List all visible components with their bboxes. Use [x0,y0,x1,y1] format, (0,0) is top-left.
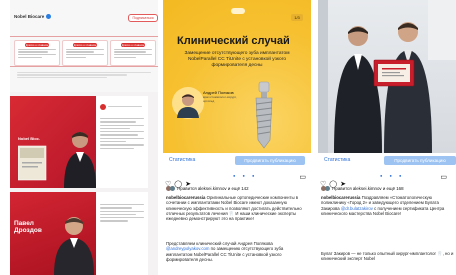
caption-text: Булат Закиров — не только опытный хирург… [321,251,454,262]
avatar [325,186,330,192]
post-thumbnail-red-book[interactable]: Nobel Bioc. [10,96,96,188]
likes-line: Нравится aleksei.kimnov и ещё 142 [166,186,249,192]
promote-post-button[interactable]: Продвигать публикацию [235,156,305,165]
doctor-avatar [172,87,204,119]
two-people-photo [334,22,432,153]
carousel-dots: ● ● ● [233,173,258,178]
caption-username[interactable]: nobelbiocarerussia [321,195,360,200]
post-actions-bar: Статистика Продвигать публикацию [318,153,456,169]
post-caption-more: Булат Закиров — не только опытный хирург… [321,251,454,262]
post-title: Клинический случай [177,35,290,47]
post-caption: nobelbiocarerussia Оригинальные ортопеди… [166,195,306,221]
promote-post-button[interactable]: Продвигать публикацию [384,156,456,165]
save-icon[interactable]: ▭ [299,173,309,181]
verified-icon [46,14,52,20]
post-thumbnail-person[interactable]: Павел Дроздов [10,192,96,275]
post-image-certificate[interactable] [318,0,456,153]
save-icon[interactable]: ▭ [440,173,450,181]
post-thumbnail-text[interactable] [96,192,148,275]
likes-text[interactable]: Нравится aleksei.kimnov и ещё 168 [332,186,403,191]
post-thumbnail-text[interactable] [96,96,148,188]
card-tag: Кратко о главном [25,43,49,47]
text-lines [100,116,144,151]
implant-illustration [255,81,273,149]
caption-username[interactable]: nobelbiocarerussia [166,195,205,200]
post-caption-more: Представляем клинический случай Андрея П… [166,241,306,262]
profile-name: Nobel Biocare [14,14,45,19]
person-photo [64,132,96,188]
avatar [100,104,106,110]
subscribe-pill[interactable]: Подписаться [128,14,158,22]
brand-logo [231,8,245,14]
profile-header: Nobel Biocare [14,14,52,20]
divider [10,36,158,37]
card-tag: Кратко о главном [121,43,145,47]
carousel-counter: 1/3 [291,14,303,21]
card-tag: Кратко о главном [73,43,97,47]
post-image-clinical-case[interactable]: 1/3 Клинический случай Замещение отсутст… [163,0,311,153]
likes-text[interactable]: Нравится aleksei.kimnov и ещё 142 [177,186,248,191]
summary-text-lines [14,70,154,80]
post-caption: nobelbiocarerussia Поздравляем «Стоматол… [321,195,454,216]
caption-text: Представляем клинический случай Андрея П… [166,241,273,246]
person-name: Павел Дроздов [14,220,42,234]
divider [10,66,158,67]
person-photo [54,217,94,275]
post-subtitle: Замещение отсутствующего зуба имплантато… [184,51,290,68]
book-title: Nobel Bioc. [18,136,41,141]
caption-handle-link[interactable]: @dr.bulatzakirov [341,206,373,211]
summary-card: Кратко о главном [110,40,156,66]
post-actions-bar: Статистика Продвигать публикацию [163,153,311,169]
statistics-link[interactable]: Статистика [169,157,195,163]
carousel-dots: ● ● ● [380,173,405,178]
likes-line: Нравится aleksei.kimnov и ещё 168 [321,186,404,192]
statistics-link[interactable]: Статистика [324,157,350,163]
doctor-role: врач стоматолог-хирург, ортопед [203,95,237,103]
summary-card: Кратко о главном [14,40,60,66]
caption-handle-link[interactable]: @andreypolyakov.com [166,246,209,251]
caption-text: с получением сертификата Центра клиничес… [321,205,445,216]
book-icon [18,145,47,181]
post-thumbnail-summary[interactable]: Nobel Biocare Подписаться Кратко о главн… [10,0,158,92]
summary-card: Кратко о главном [62,40,108,66]
avatar [170,186,175,192]
